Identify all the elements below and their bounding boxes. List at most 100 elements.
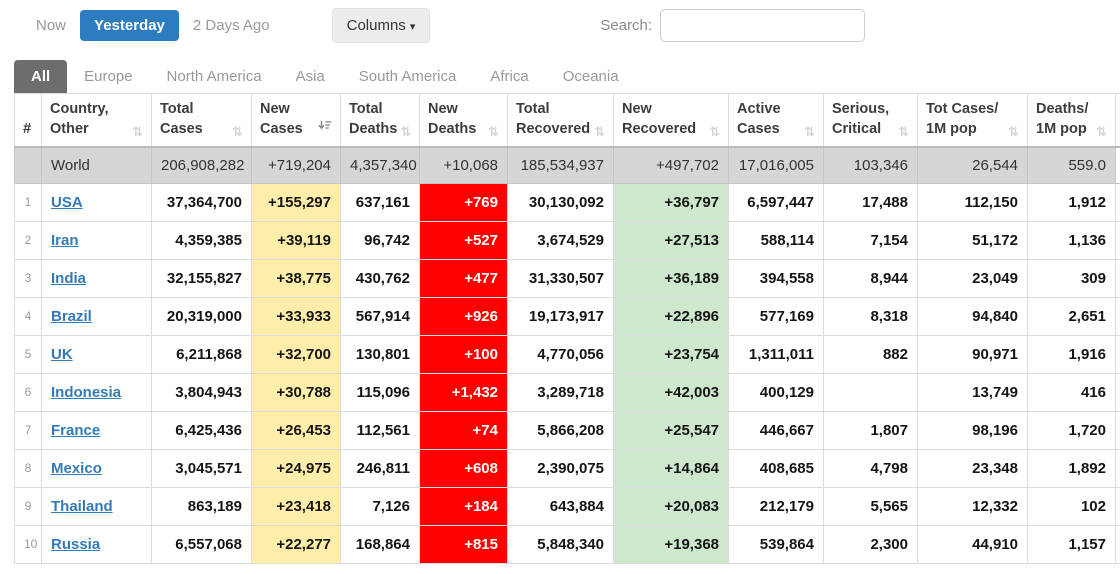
cell-new-cases: +22,277 <box>251 525 341 565</box>
cell-total-deaths: 567,914 <box>340 297 420 337</box>
sort-icon: ⇅ <box>400 124 412 140</box>
cell-new-cases: +33,933 <box>251 297 341 337</box>
country-link-russia[interactable]: Russia <box>51 536 100 553</box>
world-serious-critical: 103,346 <box>823 146 918 185</box>
cell-total-cases: 6,557,068 <box>151 525 252 565</box>
table-row-thailand: 9 Thailand 863,189 +23,418 7,126 +184 643,884 +… <box>14 487 1120 527</box>
cell-new-recovered: +36,797 <box>613 183 729 223</box>
cell-active-cases: 577,169 <box>728 297 824 337</box>
cell-active-cases: 588,114 <box>728 221 824 261</box>
column-header-deaths-1m-pop[interactable]: Deaths/ 1M pop ⇅ <box>1027 93 1116 149</box>
country-cell: Iran <box>41 221 152 261</box>
continent-tab-oceania[interactable]: Oceania <box>546 60 636 93</box>
column-header-new-deaths[interactable]: New Deaths ⇅ <box>419 93 508 149</box>
columns-dropdown-button[interactable]: Columns ▾ <box>331 8 431 43</box>
continent-tab-north-america[interactable]: North America <box>150 60 279 93</box>
cell-total-cases: 37,364,700 <box>151 183 252 223</box>
cell-deaths-1m-pop: 2,651 <box>1027 297 1116 337</box>
time-tab-now[interactable]: Now <box>22 10 80 41</box>
column-header-total-deaths[interactable]: Total Deaths ⇅ <box>340 93 420 149</box>
cell-total-deaths: 96,742 <box>340 221 420 261</box>
column-header-active-cases[interactable]: Active Cases ⇅ <box>728 93 824 149</box>
cell-total-recovered: 643,884 <box>507 487 614 527</box>
cell-tot-cases-1m-pop: 23,049 <box>917 259 1028 299</box>
cell-new-recovered: +36,189 <box>613 259 729 299</box>
column-label: Total Recovered <box>516 101 591 137</box>
sort-icon: ⇅ <box>709 124 720 140</box>
cell-new-recovered: +20,083 <box>613 487 729 527</box>
spacer-cell <box>1115 411 1120 451</box>
column-header-total-recovered[interactable]: Total Recovered ⇅ <box>507 93 614 149</box>
country-link-uk[interactable]: UK <box>51 346 73 363</box>
spacer-cell <box>1115 146 1120 185</box>
cell-new-recovered: +19,368 <box>613 525 729 565</box>
cell-new-cases: +39,119 <box>251 221 341 261</box>
time-tab-yesterday[interactable]: Yesterday <box>80 10 179 41</box>
column-label: Active Cases <box>737 101 781 137</box>
sort-icon: ⇅ <box>488 124 499 140</box>
cell-tot-cases-1m-pop: 112,150 <box>917 183 1028 223</box>
country-cell: UK <box>41 335 152 375</box>
cell-new-cases: +30,788 <box>251 373 341 413</box>
cell-serious-critical: 5,565 <box>823 487 918 527</box>
country-link-mexico[interactable]: Mexico <box>51 460 102 477</box>
rank-cell <box>14 146 42 185</box>
cell-new-recovered: +14,864 <box>613 449 729 489</box>
country-link-iran[interactable]: Iran <box>51 232 79 249</box>
country-link-indonesia[interactable]: Indonesia <box>51 384 121 401</box>
sort-icon: ⇅ <box>1096 124 1107 140</box>
search-input[interactable] <box>660 9 866 42</box>
column-header-country-other[interactable]: Country, Other ⇅ <box>41 93 152 149</box>
cell-new-cases: +26,453 <box>251 411 341 451</box>
cell-tot-cases-1m-pop: 12,332 <box>917 487 1028 527</box>
column-label: New Cases <box>260 101 303 137</box>
cell-deaths-1m-pop: 1,916 <box>1027 335 1116 375</box>
continent-tab-africa[interactable]: Africa <box>473 60 545 93</box>
spacer-cell <box>1115 297 1120 337</box>
table-row-india: 3 India 32,155,827 +38,775 430,762 +477 31,330… <box>14 259 1120 299</box>
continent-tab-asia[interactable]: Asia <box>279 60 342 93</box>
caret-down-icon: ▾ <box>409 21 416 33</box>
country-link-india[interactable]: India <box>51 270 86 287</box>
world-new-deaths: +10,068 <box>419 146 508 185</box>
country-link-thailand[interactable]: Thailand <box>51 498 113 515</box>
table-row-mexico: 8 Mexico 3,045,571 +24,975 246,811 +608 2,390,… <box>14 449 1120 489</box>
table-row-france: 7 France 6,425,436 +26,453 112,561 +74 5,866,2… <box>14 411 1120 451</box>
continent-tabs: All Europe North America Asia South America A… <box>14 60 1120 93</box>
sort-icon: ⇅ <box>804 124 815 140</box>
table-row-iran: 2 Iran 4,359,385 +39,119 96,742 +527 3,674,529… <box>14 221 1120 261</box>
rank-cell: 6 <box>14 373 42 413</box>
continent-tab-europe[interactable]: Europe <box>67 60 149 93</box>
country-link-france[interactable]: France <box>51 422 100 439</box>
country-link-usa[interactable]: USA <box>51 194 83 211</box>
continent-tab-south-america[interactable]: South America <box>342 60 474 93</box>
column-header-total-cases[interactable]: Total Cases ⇅ <box>151 93 252 149</box>
column-header-new-recovered[interactable]: New Recovered ⇅ <box>613 93 729 149</box>
cell-active-cases: 408,685 <box>728 449 824 489</box>
cell-serious-critical: 1,807 <box>823 411 918 451</box>
column-header-serious-critical[interactable]: Serious, Critical ⇅ <box>823 93 918 149</box>
cell-active-cases: 446,667 <box>728 411 824 451</box>
continent-tab-all[interactable]: All <box>14 60 68 93</box>
cell-total-recovered: 19,173,917 <box>507 297 614 337</box>
cell-total-recovered: 30,130,092 <box>507 183 614 223</box>
sort-icon: ⇅ <box>1008 124 1019 140</box>
time-tab-2-days-ago[interactable]: 2 Days Ago <box>179 10 284 41</box>
column-header-new-cases[interactable]: New Cases <box>251 93 341 149</box>
cell-new-recovered: +22,896 <box>613 297 729 337</box>
cell-new-deaths: +769 <box>419 183 508 223</box>
country-cell: India <box>41 259 152 299</box>
column-label: New Deaths <box>428 101 477 137</box>
cell-active-cases: 6,597,447 <box>728 183 824 223</box>
table-row-usa: 1 USA 37,364,700 +155,297 637,161 +769 30,130,… <box>14 183 1120 223</box>
cell-new-deaths: +1,432 <box>419 373 508 413</box>
cell-serious-critical: 8,318 <box>823 297 918 337</box>
cell-new-deaths: +815 <box>419 525 508 565</box>
cell-total-recovered: 31,330,507 <box>507 259 614 299</box>
table-row-russia: 10 Russia 6,557,068 +22,277 168,864 +815 5,848… <box>14 525 1120 565</box>
column-label: # <box>23 120 32 137</box>
column-header-tot-cases-1m-pop[interactable]: Tot Cases/ 1M pop ⇅ <box>917 93 1028 149</box>
world-tot-cases-1m-pop: 26,544 <box>917 146 1028 185</box>
country-link-brazil[interactable]: Brazil <box>51 308 92 325</box>
column-label: Total Deaths <box>349 101 398 137</box>
